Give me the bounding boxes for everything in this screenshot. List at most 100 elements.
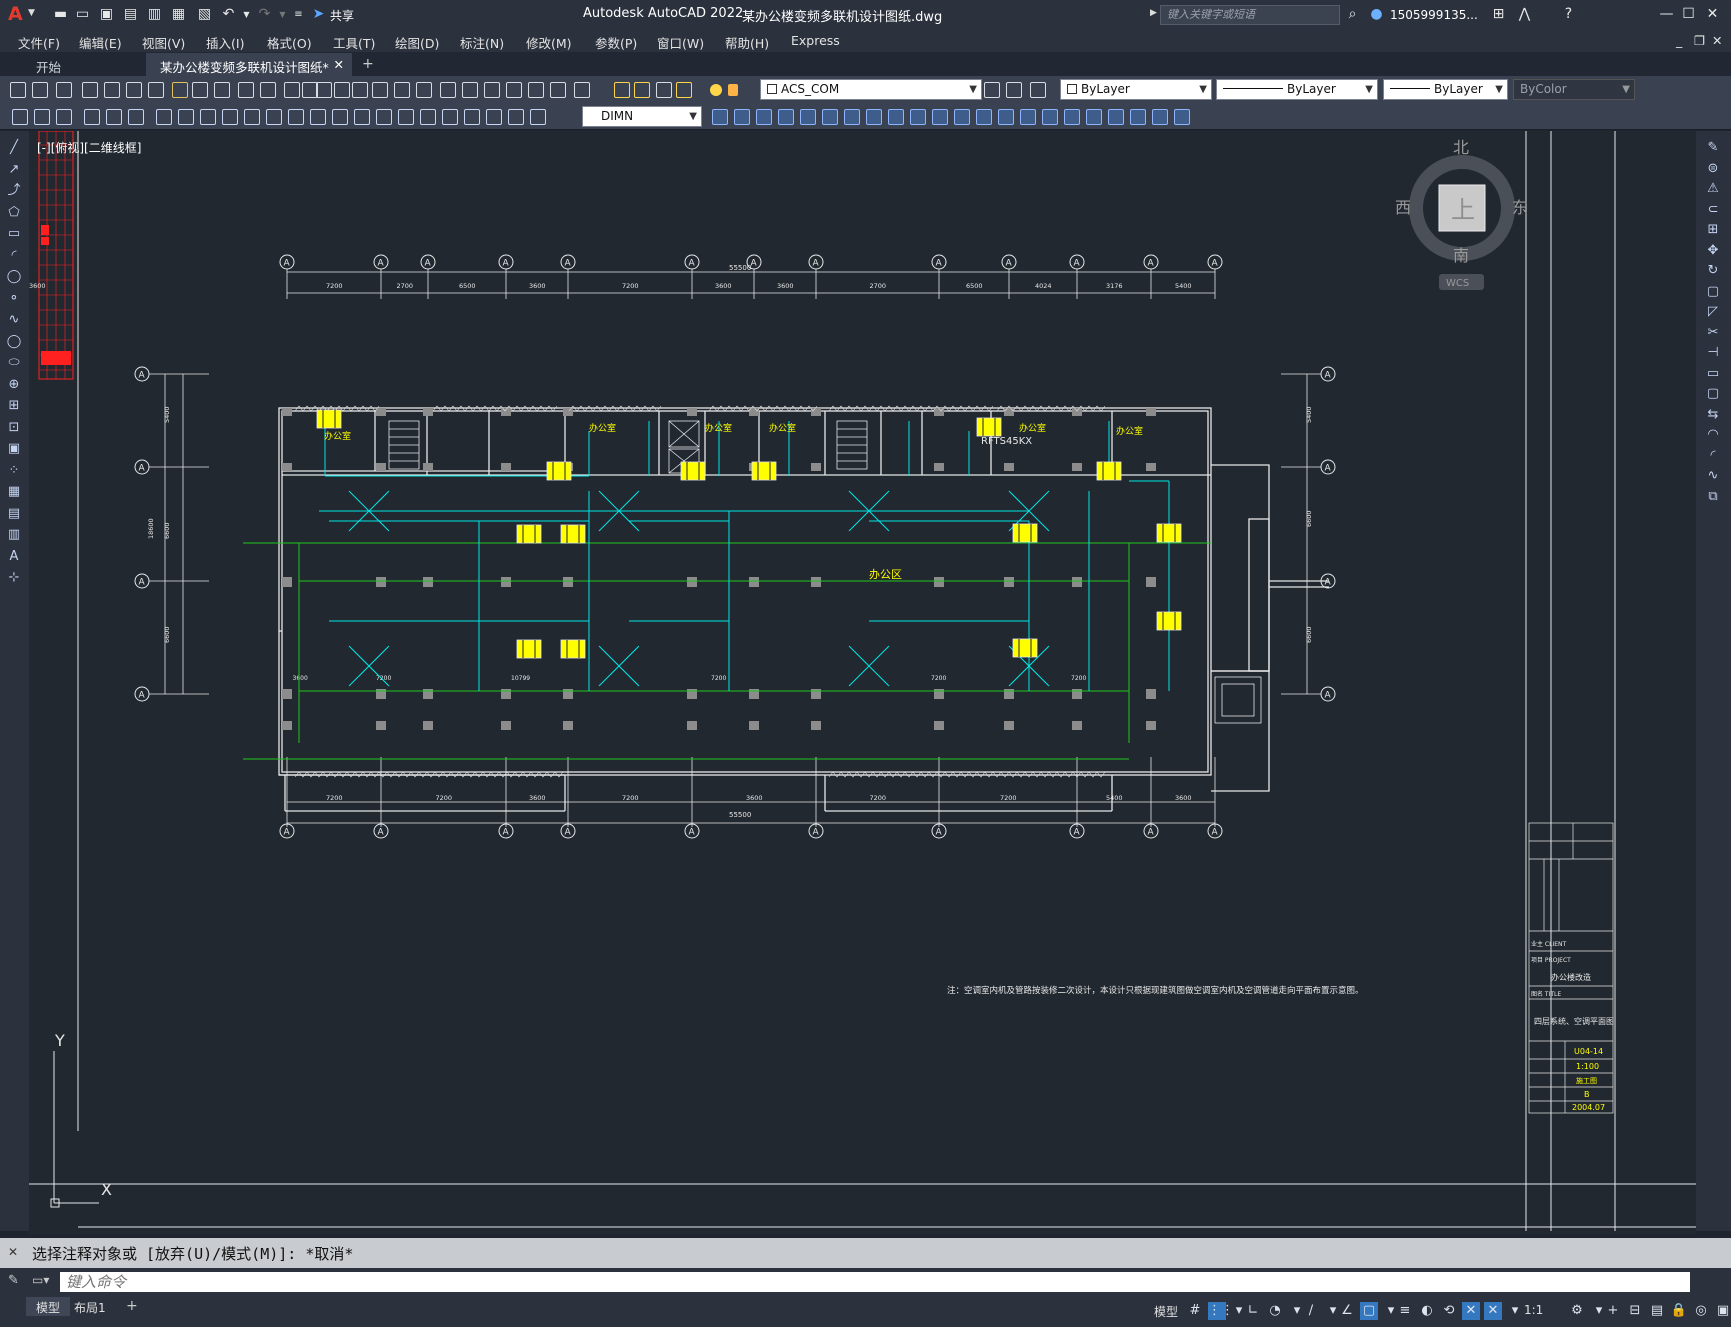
linear-icon[interactable] bbox=[84, 109, 100, 125]
layer-previous-icon[interactable] bbox=[1006, 82, 1022, 98]
lineweight-dropdown[interactable]: ByLayer ▼ bbox=[1383, 79, 1508, 100]
lock-ui-icon[interactable]: 🔒 bbox=[1670, 1302, 1688, 1320]
zoom-window-icon[interactable] bbox=[394, 82, 410, 98]
ellipse-arc-icon[interactable]: ⬭ bbox=[5, 354, 23, 372]
app-menu-chevron-icon[interactable]: ▼ bbox=[28, 8, 35, 18]
quick-props-icon[interactable]: ▤ bbox=[1648, 1302, 1666, 1320]
close-icon[interactable]: ✕ bbox=[1704, 6, 1721, 23]
viewcube-west[interactable]: 西 bbox=[1395, 198, 1411, 217]
osnap-icon[interactable]: ▢ bbox=[1360, 1302, 1378, 1320]
doc-close-icon[interactable]: ✕ bbox=[1712, 33, 1722, 48]
insert-block-icon[interactable]: ⊕ bbox=[5, 376, 23, 394]
update-icon[interactable] bbox=[508, 109, 524, 125]
menu-draw[interactable]: 绘图(D) bbox=[395, 33, 439, 52]
ellipse-icon[interactable]: ◯ bbox=[5, 333, 23, 351]
region-icon[interactable]: ▦ bbox=[5, 483, 23, 501]
copy-icon[interactable] bbox=[192, 82, 208, 98]
undo-icon[interactable]: ↶ bbox=[220, 6, 237, 23]
explode-icon[interactable]: ⧉ bbox=[1704, 488, 1722, 506]
doc-restore-icon[interactable]: ❐ bbox=[1694, 33, 1705, 48]
copy-icon[interactable] bbox=[866, 109, 882, 125]
array-icon[interactable]: ⊞ bbox=[1704, 221, 1722, 239]
menu-dimension[interactable]: 标注(N) bbox=[460, 33, 504, 52]
angular-icon[interactable] bbox=[244, 109, 260, 125]
menu-help[interactable]: 帮助(H) bbox=[725, 33, 769, 52]
matchprop-icon[interactable] bbox=[238, 82, 254, 98]
aligned-icon[interactable] bbox=[106, 109, 122, 125]
linetype-dropdown[interactable]: ByLayer ▼ bbox=[1216, 79, 1378, 100]
spline-icon[interactable]: ∿ bbox=[5, 311, 23, 329]
redo-dd-icon[interactable] bbox=[334, 82, 350, 98]
save-web-icon[interactable]: ▦ bbox=[170, 6, 187, 23]
redo-icon[interactable] bbox=[316, 82, 332, 98]
zoom-realtime-icon[interactable] bbox=[372, 82, 388, 98]
circle-icon[interactable]: ◯ bbox=[5, 268, 23, 286]
tolerance2-icon[interactable] bbox=[376, 109, 392, 125]
help-icon[interactable] bbox=[574, 82, 590, 98]
ordinate-icon[interactable] bbox=[156, 109, 172, 125]
viewcube-top-face[interactable]: 上 bbox=[1451, 196, 1475, 224]
layout-tab-layout1[interactable]: 布局1 bbox=[64, 1297, 116, 1316]
calc-icon[interactable] bbox=[550, 82, 566, 98]
mirror-icon[interactable]: ⚠ bbox=[1704, 180, 1722, 198]
rectangle-icon[interactable]: ▭ bbox=[5, 225, 23, 243]
gradient-icon[interactable]: ⁘ bbox=[5, 462, 23, 480]
menu-express[interactable]: Express bbox=[791, 33, 840, 48]
search-input[interactable]: 键入关键字或短语 bbox=[1160, 5, 1340, 25]
annotation-monitor-icon[interactable]: + bbox=[1604, 1302, 1622, 1320]
scale-dd-icon[interactable]: ▾ bbox=[1506, 1302, 1524, 1320]
recent-commands-icon[interactable]: ▭▾ bbox=[32, 1273, 49, 1287]
layer-dropdown[interactable]: ACS_COM ▼ bbox=[760, 79, 982, 100]
paste-icon[interactable] bbox=[214, 82, 230, 98]
qleader-icon[interactable] bbox=[12, 109, 28, 125]
center2-icon[interactable] bbox=[398, 109, 414, 125]
menu-format[interactable]: 格式(O) bbox=[267, 33, 312, 52]
baseline-icon[interactable] bbox=[288, 109, 304, 125]
cut-icon[interactable] bbox=[172, 82, 188, 98]
explode-icon[interactable] bbox=[1086, 109, 1102, 125]
fillet-icon[interactable] bbox=[1064, 109, 1080, 125]
zoom-prev-icon[interactable] bbox=[416, 82, 432, 98]
mlead-collect-icon[interactable] bbox=[800, 109, 816, 125]
hardware-accel-icon[interactable]: ▣ bbox=[1714, 1302, 1731, 1320]
model-space-button[interactable]: 模型 bbox=[1154, 1303, 1178, 1320]
workspace-icon[interactable]: ⚙ bbox=[1568, 1302, 1586, 1320]
quick-icon[interactable] bbox=[266, 109, 282, 125]
join-icon[interactable]: ⇆ bbox=[1704, 406, 1722, 424]
lineweight-icon[interactable]: ≡ bbox=[1396, 1302, 1414, 1320]
annotation-visibility-icon[interactable]: ✕ bbox=[1462, 1302, 1480, 1320]
designcenter-icon[interactable] bbox=[462, 82, 478, 98]
line-icon[interactable]: ╱ bbox=[5, 139, 23, 157]
stretch-icon[interactable]: ◸ bbox=[1704, 303, 1722, 321]
drawing-canvas[interactable]: 55500 7200 2700 6500 3600 7200 3600 3600 2700 650… bbox=[29, 131, 1696, 1235]
break-icon[interactable]: ▢ bbox=[1704, 385, 1722, 403]
viewcube-south[interactable]: 南 bbox=[1453, 246, 1469, 265]
layer-lock-icon[interactable] bbox=[676, 82, 692, 98]
search-icon[interactable]: ⌕ bbox=[1344, 6, 1361, 23]
trim-icon[interactable]: ✂ bbox=[1704, 324, 1722, 342]
sheetset-icon[interactable] bbox=[506, 82, 522, 98]
make-block-icon[interactable]: ⊞ bbox=[5, 397, 23, 415]
break-point-icon[interactable]: ▭ bbox=[1704, 365, 1722, 383]
continue-icon[interactable] bbox=[310, 109, 326, 125]
transparency-icon[interactable]: ◐ bbox=[1418, 1302, 1436, 1320]
polyline-icon[interactable]: ⤴ bbox=[5, 182, 23, 200]
grid-icon[interactable]: # bbox=[1186, 1302, 1204, 1320]
revcloud-icon[interactable]: ⚬ bbox=[5, 290, 23, 308]
mtext-icon[interactable]: ▥ bbox=[5, 526, 23, 544]
join-icon[interactable] bbox=[1020, 109, 1036, 125]
mlead-remove-icon[interactable] bbox=[756, 109, 772, 125]
edit-icon[interactable] bbox=[464, 109, 480, 125]
help-icon[interactable]: ? bbox=[1560, 6, 1577, 23]
extend-icon[interactable]: ⊣ bbox=[1704, 344, 1722, 362]
auto-scale-icon[interactable]: ✕ bbox=[1484, 1302, 1502, 1320]
save-icon[interactable]: ▣ bbox=[98, 6, 115, 23]
mlead-align-icon[interactable] bbox=[778, 109, 794, 125]
plot-icon[interactable]: ▧ bbox=[196, 6, 213, 23]
new-file-icon[interactable]: ▬ bbox=[52, 6, 69, 23]
scale-icon[interactable] bbox=[910, 109, 926, 125]
color-dropdown[interactable]: ByLayer ▼ bbox=[1060, 79, 1212, 100]
mirror-icon[interactable] bbox=[1152, 109, 1168, 125]
tab-start[interactable]: 开始 bbox=[22, 53, 152, 76]
isolate-icon[interactable]: ◎ bbox=[1692, 1302, 1710, 1320]
